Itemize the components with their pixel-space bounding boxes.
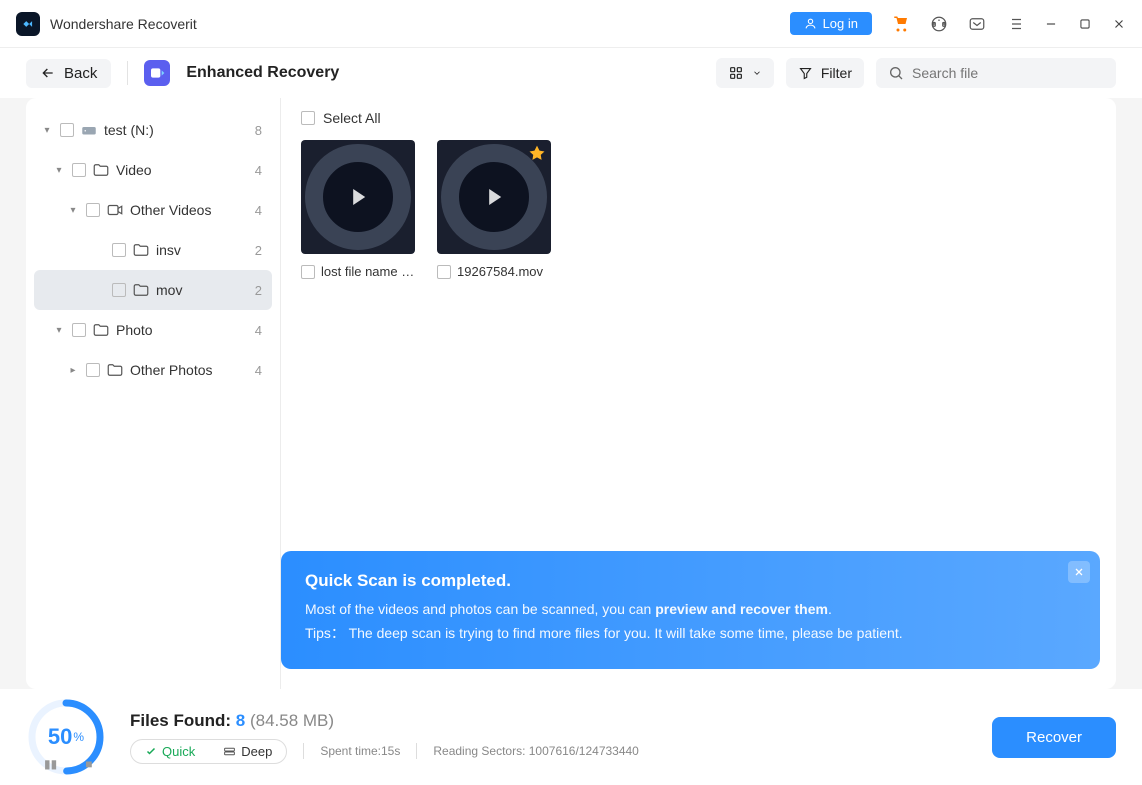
tree-count: 4 bbox=[255, 363, 266, 378]
video-icon bbox=[106, 201, 124, 219]
tree-count: 8 bbox=[255, 123, 266, 138]
footer-info: Files Found: 8 (84.58 MB) Quick Deep Spe… bbox=[130, 711, 639, 764]
folder-icon bbox=[92, 321, 110, 339]
file-checkbox[interactable] bbox=[301, 265, 315, 279]
stop-scan-button[interactable]: ■ bbox=[85, 757, 92, 771]
list-icon[interactable] bbox=[1006, 15, 1024, 33]
recover-button[interactable]: Recover bbox=[992, 717, 1116, 758]
tree-count: 2 bbox=[255, 283, 266, 298]
notification-title: Quick Scan is completed. bbox=[305, 571, 1076, 591]
enhanced-recovery-icon bbox=[144, 60, 170, 86]
tree-checkbox[interactable] bbox=[72, 163, 86, 177]
tree-label: Other Videos bbox=[130, 202, 255, 218]
file-name: lost file name (... bbox=[321, 264, 415, 279]
file-thumbnail[interactable]: 19267584.mov bbox=[437, 140, 551, 279]
reading-sectors-label: Reading Sectors: 1007616/124733440 bbox=[433, 744, 639, 758]
select-all-row[interactable]: Select All bbox=[301, 110, 1096, 126]
file-thumbnail[interactable]: lost file name (... bbox=[301, 140, 415, 279]
pause-scan-button[interactable]: ▮▮ bbox=[44, 757, 57, 771]
tree-checkbox[interactable] bbox=[86, 363, 100, 377]
minimize-icon[interactable] bbox=[1044, 17, 1058, 31]
main-panel: ▾test (N:)8▾Video4▾Other Videos4insv2mov… bbox=[26, 98, 1116, 689]
tree-label: mov bbox=[156, 282, 255, 298]
drive-icon bbox=[80, 121, 98, 139]
login-button[interactable]: Log in bbox=[790, 12, 872, 35]
deep-scan-option[interactable]: Deep bbox=[209, 740, 286, 763]
file-checkbox[interactable] bbox=[437, 265, 451, 279]
tree-checkbox[interactable] bbox=[86, 203, 100, 217]
file-name: 19267584.mov bbox=[457, 264, 543, 279]
tree-count: 4 bbox=[255, 323, 266, 338]
notification-close-button[interactable] bbox=[1068, 561, 1090, 583]
search-input[interactable] bbox=[912, 65, 1104, 81]
chevron-down-icon bbox=[752, 68, 762, 78]
tree-item-test-n-[interactable]: ▾ test (N:)8 bbox=[34, 110, 272, 150]
tree-item-other-photos[interactable]: ▸ Other Photos4 bbox=[34, 350, 272, 390]
folder-icon bbox=[132, 281, 150, 299]
spent-time-label: Spent time:15s bbox=[320, 744, 400, 758]
chevron-icon[interactable]: ▸ bbox=[66, 365, 80, 376]
tree-item-mov[interactable]: mov2 bbox=[34, 270, 272, 310]
back-button[interactable]: Back bbox=[26, 59, 111, 88]
titlebar: Wondershare Recoverit Log in bbox=[0, 0, 1142, 48]
tree-item-photo[interactable]: ▾ Photo4 bbox=[34, 310, 272, 350]
tree-label: test (N:) bbox=[104, 122, 255, 138]
scan-complete-notification: Quick Scan is completed. Most of the vid… bbox=[281, 551, 1100, 669]
view-toggle-button[interactable] bbox=[716, 58, 774, 88]
footer: 50% Files Found: 8 (84.58 MB) Quick Deep… bbox=[0, 689, 1142, 785]
mail-icon[interactable] bbox=[968, 15, 986, 33]
tree-count: 4 bbox=[255, 163, 266, 178]
divider bbox=[127, 61, 128, 85]
search-wrap bbox=[876, 58, 1116, 88]
tree-item-insv[interactable]: insv2 bbox=[34, 230, 272, 270]
filter-button[interactable]: Filter bbox=[786, 58, 864, 88]
content-area: Select All lost file name (... 19267584.m… bbox=[281, 98, 1116, 689]
chevron-icon[interactable]: ▾ bbox=[52, 165, 66, 176]
tree-label: Photo bbox=[116, 322, 255, 338]
thumbnail-grid: lost file name (... 19267584.mov bbox=[301, 140, 1096, 279]
files-found-label: Files Found: 8 (84.58 MB) bbox=[130, 711, 639, 731]
tree-checkbox[interactable] bbox=[112, 243, 126, 257]
toolbar: Back Enhanced Recovery Filter bbox=[0, 48, 1142, 98]
chevron-icon[interactable]: ▾ bbox=[52, 325, 66, 336]
notification-line1: Most of the videos and photos can be sca… bbox=[305, 601, 1076, 617]
tree-item-video[interactable]: ▾ Video4 bbox=[34, 150, 272, 190]
tree-checkbox[interactable] bbox=[72, 323, 86, 337]
maximize-icon[interactable] bbox=[1078, 17, 1092, 31]
premium-badge-icon bbox=[527, 144, 547, 164]
tree-checkbox[interactable] bbox=[60, 123, 74, 137]
app-title: Wondershare Recoverit bbox=[50, 16, 197, 32]
tree-item-other-videos[interactable]: ▾ Other Videos4 bbox=[34, 190, 272, 230]
thumbnail-image[interactable] bbox=[301, 140, 415, 254]
select-all-checkbox[interactable] bbox=[301, 111, 315, 125]
folder-icon bbox=[132, 241, 150, 259]
tree-label: Video bbox=[116, 162, 255, 178]
tree-label: Other Photos bbox=[130, 362, 255, 378]
notification-line2: Tips： The deep scan is trying to find mo… bbox=[305, 623, 1076, 643]
tree-count: 4 bbox=[255, 203, 266, 218]
play-icon bbox=[489, 189, 501, 205]
chevron-icon[interactable]: ▾ bbox=[66, 205, 80, 216]
scan-play-controls: ▮▮ ■ bbox=[44, 757, 92, 771]
play-icon bbox=[353, 189, 365, 205]
quick-scan-option[interactable]: Quick bbox=[131, 740, 209, 763]
tree-checkbox[interactable] bbox=[112, 283, 126, 297]
tree-label: insv bbox=[156, 242, 255, 258]
close-icon[interactable] bbox=[1112, 17, 1126, 31]
chevron-icon[interactable]: ▾ bbox=[40, 125, 54, 136]
tree-count: 2 bbox=[255, 243, 266, 258]
thumbnail-image[interactable] bbox=[437, 140, 551, 254]
search-icon bbox=[888, 65, 904, 81]
page-title: Enhanced Recovery bbox=[186, 64, 339, 82]
app-logo bbox=[16, 12, 40, 36]
cart-icon[interactable] bbox=[892, 15, 910, 33]
folder-icon bbox=[106, 361, 124, 379]
sidebar-tree: ▾test (N:)8▾Video4▾Other Videos4insv2mov… bbox=[26, 98, 281, 689]
scan-mode-toggle[interactable]: Quick Deep bbox=[130, 739, 287, 764]
support-icon[interactable] bbox=[930, 15, 948, 33]
folder-icon bbox=[92, 161, 110, 179]
